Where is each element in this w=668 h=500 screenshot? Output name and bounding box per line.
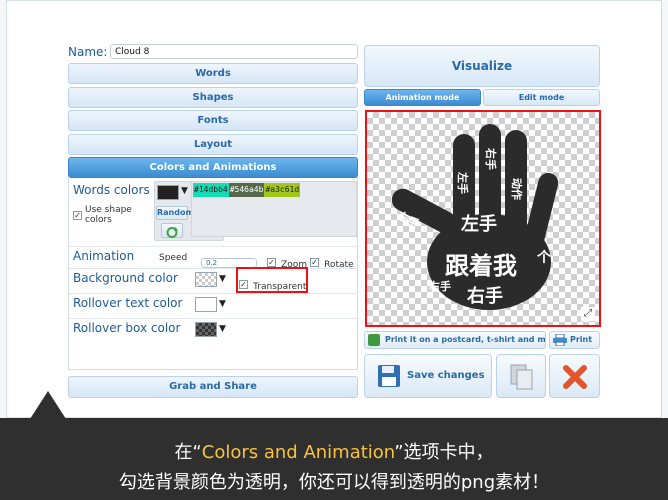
caption-line-1: 在“Colors and Animation”选项卡中， (0, 438, 668, 464)
close-icon (563, 365, 587, 389)
caption-suffix: ”选项卡中， (394, 442, 494, 463)
tab-animation-mode[interactable]: Animation mode (364, 89, 481, 106)
print-postcard-label: Print it on a postcard, t-shirt and more (385, 335, 546, 344)
expand-icon[interactable]: ⤢ (581, 307, 595, 321)
cloud-word: 右手 (484, 147, 498, 170)
rotate-checkbox[interactable]: ✓ (310, 258, 319, 267)
cloud-word: 动作 (510, 178, 524, 200)
words-colors-label: Words colors (73, 183, 150, 197)
dropdown-arrow-icon[interactable]: ▼ (219, 299, 226, 309)
name-row: Name: (68, 44, 358, 60)
save-changes-label: Save changes (407, 370, 485, 381)
speed-value: 0.2 (206, 259, 218, 267)
background-color-swatch[interactable] (195, 272, 217, 287)
cloud-word: 右手 (428, 279, 451, 293)
refresh-button[interactable] (161, 223, 183, 238)
colors-panel: Words colors ▼ Random #14dbb4 #546a4b #a… (68, 178, 358, 370)
dropdown-arrow-icon[interactable]: ▼ (219, 324, 226, 334)
copy-button[interactable] (496, 354, 546, 398)
caption-banner: 在“Colors and Animation”选项卡中， 勾选背景颜色为透明，你… (0, 418, 668, 500)
refresh-icon (166, 227, 178, 238)
section-colors-animations[interactable]: Colors and Animations (68, 157, 358, 178)
word-cloud-canvas[interactable]: 跟着我 左手 右手 左手 右手 左手 右手 动作 个 ⤢ (365, 110, 601, 327)
section-words[interactable]: Words (68, 63, 358, 84)
animation-label: Animation (73, 249, 135, 263)
floppy-disk-icon (378, 365, 400, 387)
cloud-word: 跟着我 (445, 252, 517, 280)
name-input[interactable] (110, 44, 358, 59)
palette-hexes: #14dbb4 #546a4b #a3c61d (193, 183, 301, 197)
rollover-text-color-label: Rollover text color (73, 296, 183, 310)
section-shapes[interactable]: Shapes (68, 87, 358, 108)
random-button[interactable]: Random (156, 206, 194, 220)
print-button[interactable]: Print (549, 331, 600, 349)
words-color-swatch[interactable] (157, 185, 179, 200)
hand-word-cloud: 跟着我 左手 右手 左手 右手 左手 右手 动作 个 (391, 124, 559, 310)
zoom-checkbox[interactable]: ✓ (267, 258, 276, 267)
caption-prefix: 在“ (174, 442, 202, 463)
speed-label: Speed (159, 253, 188, 263)
transparent-highlight (236, 267, 308, 293)
caption-pointer (30, 391, 66, 419)
printer-icon (553, 334, 567, 346)
postcard-icon (368, 334, 380, 346)
use-shape-colors-row[interactable]: ✓ Use shape colors (73, 205, 143, 225)
palette-hex-2[interactable]: #546a4b (228, 183, 265, 197)
use-shape-colors-checkbox[interactable]: ✓ (73, 211, 82, 220)
cloud-word: 左手 (456, 171, 470, 194)
name-label: Name: (68, 45, 108, 59)
palette-hex-3[interactable]: #a3c61d (264, 183, 301, 197)
delete-button[interactable] (549, 354, 600, 398)
visualize-button[interactable]: Visualize (364, 45, 600, 87)
background-color-label: Background color (73, 271, 178, 285)
cloud-word: 左手 (461, 213, 497, 235)
section-layout[interactable]: Layout (68, 134, 358, 155)
print-label: Print (570, 335, 593, 344)
use-shape-colors-label: Use shape colors (85, 205, 132, 225)
cloud-word: 右手 (467, 285, 503, 307)
copy-icon (510, 364, 533, 390)
section-fonts[interactable]: Fonts (68, 110, 358, 131)
dropdown-arrow-icon[interactable]: ▼ (181, 186, 188, 196)
dropdown-arrow-icon[interactable]: ▼ (219, 274, 226, 284)
palette-hex-1[interactable]: #14dbb4 (193, 183, 229, 197)
save-changes-button[interactable]: Save changes (364, 354, 492, 398)
caption-highlight: Colors and Animation (201, 442, 395, 463)
rollover-box-color-label: Rollover box color (73, 321, 181, 335)
caption-line-2: 勾选背景颜色为透明，你还可以得到透明的png素材！ (118, 472, 550, 493)
cloud-word: 个 (536, 249, 552, 266)
tab-edit-mode[interactable]: Edit mode (483, 89, 600, 106)
print-postcard-button[interactable]: Print it on a postcard, t-shirt and more (364, 331, 546, 349)
rollover-box-color-swatch[interactable] (195, 322, 217, 337)
grab-and-share-button[interactable]: Grab and Share (68, 376, 358, 398)
rollover-text-color-swatch[interactable] (195, 297, 217, 312)
